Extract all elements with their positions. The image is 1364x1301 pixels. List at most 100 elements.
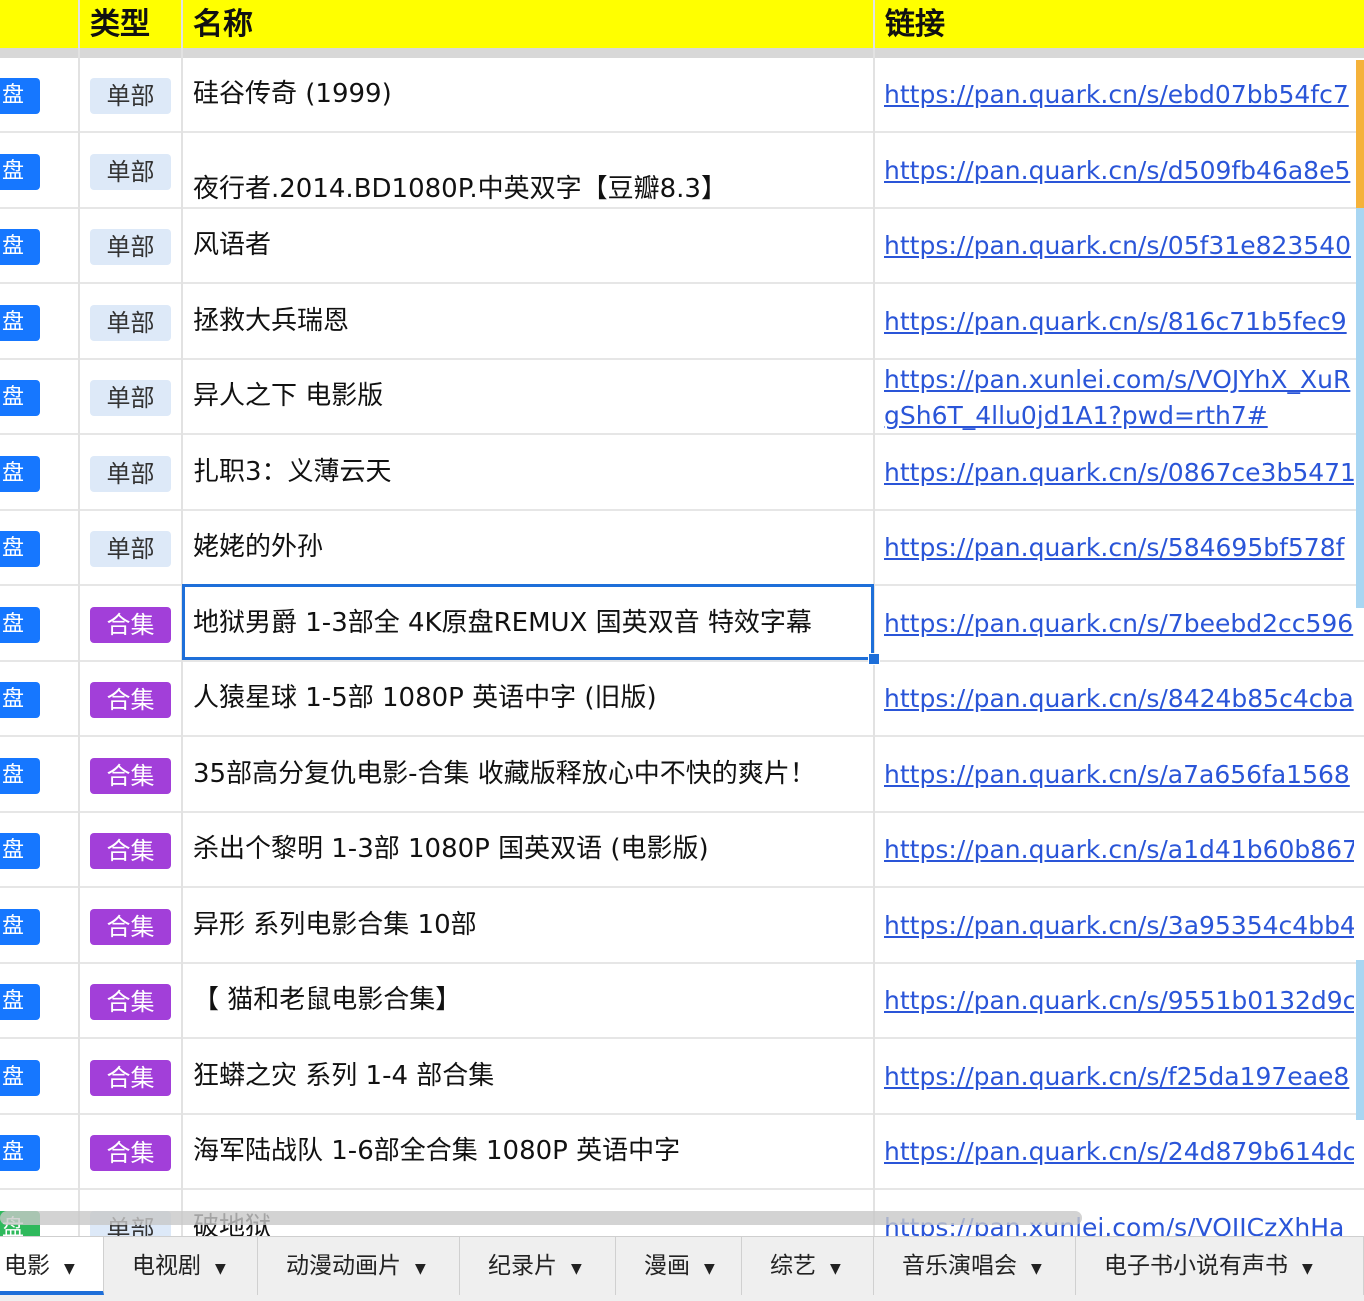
source-badge[interactable]: 盘 [0, 682, 40, 718]
sheet-tab[interactable]: 综艺 ▼ [742, 1237, 874, 1295]
name-cell[interactable]: 【 猫和老鼠电影合集】 [193, 964, 863, 1037]
name-cell[interactable]: 海军陆战队 1-6部全合集 1080P 英语中字 [193, 1115, 863, 1188]
sheet-tab[interactable]: 纪录片 ▼ [460, 1237, 616, 1295]
type-tag[interactable]: 合集 [90, 984, 171, 1020]
type-tag[interactable]: 合集 [90, 1135, 171, 1171]
name-cell[interactable]: 杀出个黎明 1-3部 1080P 国英双语 (电影版) [193, 813, 863, 886]
sheet-tab-label: 漫画 [644, 1253, 690, 1279]
caret-down-icon[interactable]: ▼ [415, 1261, 426, 1277]
link-cell[interactable]: https://pan.xunlei.com/s/VOJYhX_XuRgSh6T… [884, 360, 1354, 435]
link-cell[interactable]: https://pan.quark.cn/s/7beebd2cc596 [884, 587, 1354, 660]
link-cell[interactable]: https://pan.quark.cn/s/9551b0132d9c [884, 964, 1354, 1037]
source-badge[interactable]: 盘 [0, 455, 40, 492]
source-badge[interactable]: 盘 [0, 153, 40, 190]
name-cell[interactable]: 异形 系列电影合集 10部 [193, 889, 863, 962]
source-badge[interactable]: 盘 [0, 757, 40, 794]
link-cell[interactable]: https://pan.quark.cn/s/3a95354c4bb4 [884, 889, 1354, 962]
source-badge[interactable]: 盘 [0, 606, 40, 643]
link-cell[interactable]: https://pan.quark.cn/s/584695bf578f [884, 511, 1354, 584]
source-badge[interactable]: 盘 [0, 908, 40, 945]
sheet-tab[interactable]: 电子书小说有声书 ▼ [1076, 1237, 1364, 1295]
type-tag[interactable]: 合集 [90, 833, 171, 869]
sheet-tab-label: 电视剧 [132, 1253, 201, 1279]
sheet-tab[interactable]: 电视剧 ▼ [104, 1237, 258, 1295]
name-cell[interactable]: 姥姥的外孙 [193, 511, 863, 584]
name-cell[interactable]: 风语者 [193, 209, 863, 282]
column-header-link[interactable]: 链接 [875, 0, 1355, 48]
name-cell[interactable]: 夜行者.2014.BD1080P.中英双字【豆瓣8.3】 [193, 134, 863, 207]
source-badge[interactable]: 盘 [0, 304, 40, 341]
sheet-tab[interactable]: 漫画 ▼ [616, 1237, 742, 1295]
source-badge[interactable]: 盘 [0, 380, 40, 416]
name-cell[interactable]: 拯救大兵瑞恩 [193, 285, 863, 358]
table-row: 盘 单部 姥姥的外孙 https://pan.quark.cn/s/584695bf5… [0, 511, 1364, 586]
name-cell[interactable]: 异人之下 电影版 [193, 360, 863, 433]
fill-handle[interactable] [868, 653, 880, 665]
caret-down-icon[interactable]: ▼ [1302, 1261, 1313, 1277]
sheet-tab-label: 音乐演唱会 [902, 1253, 1017, 1279]
type-tag[interactable]: 合集 [90, 757, 171, 794]
link-cell[interactable]: https://pan.quark.cn/s/d509fb46a8e5 [884, 134, 1354, 207]
type-tag[interactable]: 合集 [90, 908, 171, 945]
name-cell[interactable]: 扎职3：义薄云天 [193, 436, 863, 509]
type-tag[interactable]: 合集 [90, 1059, 171, 1096]
name-cell[interactable]: 人猿星球 1-5部 1080P 英语中字 (旧版) [193, 662, 863, 735]
table-row: 盘 单部 拯救大兵瑞恩 https://pan.quark.cn/s/816c71b5… [0, 285, 1364, 360]
horizontal-scrollbar[interactable] [0, 1211, 1082, 1225]
sheet-tab-label: 电子书小说有声书 [1104, 1253, 1288, 1279]
type-tag[interactable]: 单部 [90, 153, 171, 190]
caret-down-icon[interactable]: ▼ [704, 1261, 715, 1277]
table-row: 盘 合集 杀出个黎明 1-3部 1080P 国英双语 (电影版) https://pa… [0, 813, 1364, 888]
type-tag[interactable]: 单部 [90, 304, 171, 341]
type-tag[interactable]: 单部 [90, 455, 171, 492]
table-row: 盘 合集【 猫和老鼠电影合集】 https://pan.quark.cn/s/955… [0, 964, 1364, 1039]
link-cell[interactable]: https://pan.quark.cn/s/24d879b614dc [884, 1115, 1354, 1188]
source-badge[interactable]: 盘 [0, 1059, 40, 1096]
table-row: 盘 单部 扎职3：义薄云天 https://pan.quark.cn/s/0867ce… [0, 436, 1364, 511]
caret-down-icon[interactable]: ▼ [830, 1261, 841, 1277]
table-row: 盘 合集 地狱男爵 1-3部全 4K原盘REMUX 国英双音 特效字幕 https:/… [0, 587, 1364, 662]
column-header-name[interactable]: 名称 [183, 0, 873, 48]
sheet-tab[interactable]: 电影 ▼ [0, 1237, 104, 1295]
caret-down-icon[interactable]: ▼ [215, 1261, 226, 1277]
source-badge[interactable]: 盘 [0, 984, 40, 1020]
column-divider [78, 0, 80, 1236]
link-cell[interactable]: https://pan.quark.cn/s/8424b85c4cba [884, 662, 1354, 735]
type-tag[interactable]: 合集 [90, 682, 171, 718]
header-row: 类型 名称 链接 [0, 0, 1364, 58]
sheet-tab-bar: 电影 ▼ 电视剧 ▼ 动漫动画片 ▼ 纪录片 ▼ 漫画 ▼ 综艺 ▼ 音乐演唱会 ▼ 电子书小说有声书 ▼ [0, 1236, 1364, 1301]
link-cell[interactable]: https://pan.quark.cn/s/05f31e823540 [884, 209, 1354, 282]
sheet-tab[interactable]: 动漫动画片 ▼ [258, 1237, 460, 1295]
link-cell[interactable]: https://pan.quark.cn/s/816c71b5fec9 [884, 285, 1354, 358]
table-row: 盘 单部 夜行者.2014.BD1080P.中英双字【豆瓣8.3】 https://p… [0, 134, 1364, 209]
name-cell[interactable]: 硅谷传奇 (1999) [193, 58, 863, 131]
source-badge[interactable]: 盘 [0, 78, 40, 114]
column-divider [181, 0, 183, 1236]
sheet-tab-label: 综艺 [770, 1253, 816, 1279]
link-cell[interactable]: https://pan.quark.cn/s/ebd07bb54fc7 [884, 58, 1354, 131]
row-marker [1356, 60, 1364, 208]
type-tag[interactable]: 合集 [90, 606, 171, 643]
column-header-type[interactable]: 类型 [80, 0, 182, 48]
type-tag[interactable]: 单部 [90, 229, 171, 265]
link-cell[interactable]: https://pan.quark.cn/s/a7a656fa1568 [884, 738, 1354, 811]
type-tag[interactable]: 单部 [90, 380, 171, 416]
source-badge[interactable]: 盘 [0, 229, 40, 265]
name-cell[interactable]: 狂蟒之灾 系列 1-4 部合集 [193, 1040, 863, 1113]
link-cell[interactable]: https://pan.quark.cn/s/f25da197eae8 [884, 1040, 1354, 1113]
caret-down-icon[interactable]: ▼ [64, 1261, 75, 1277]
type-tag[interactable]: 单部 [90, 78, 171, 114]
caret-down-icon[interactable]: ▼ [571, 1261, 582, 1277]
sheet-tab-label: 电影 [4, 1253, 50, 1279]
link-cell[interactable]: https://pan.quark.cn/s/a1d41b60b867 [884, 813, 1354, 886]
table-row: 盘 合集 异形 系列电影合集 10部 https://pan.quark.cn/s/3… [0, 889, 1364, 964]
name-cell[interactable]: 地狱男爵 1-3部全 4K原盘REMUX 国英双音 特效字幕 [193, 587, 863, 660]
source-badge[interactable]: 盘 [0, 531, 40, 567]
sheet-tab[interactable]: 音乐演唱会 ▼ [874, 1237, 1076, 1295]
source-badge[interactable]: 盘 [0, 833, 40, 869]
source-badge[interactable]: 盘 [0, 1135, 40, 1171]
type-tag[interactable]: 单部 [90, 531, 171, 567]
name-cell[interactable]: 35部高分复仇电影-合集 收藏版释放心中不快的爽片！ [193, 738, 863, 811]
caret-down-icon[interactable]: ▼ [1031, 1261, 1042, 1277]
link-cell[interactable]: https://pan.quark.cn/s/0867ce3b5471 [884, 436, 1354, 509]
